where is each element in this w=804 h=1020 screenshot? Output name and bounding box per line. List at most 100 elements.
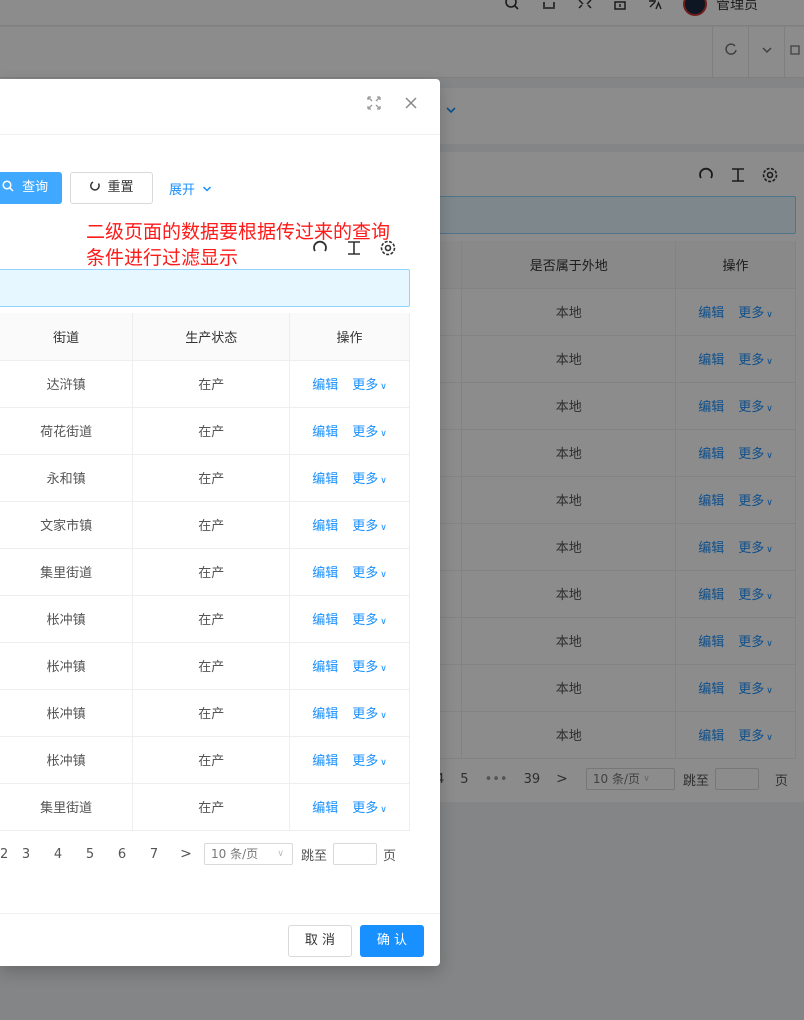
edit-link[interactable]: 编辑: [312, 378, 338, 393]
table-cell-actions: 编辑 更多 ∨: [289, 689, 410, 737]
edit-link[interactable]: 编辑: [312, 754, 338, 769]
page-size-select[interactable]: 10 条/页 ∨: [204, 843, 293, 865]
table-cell-status: 在产: [132, 783, 291, 831]
more-dropdown[interactable]: 更多 ∨: [352, 707, 387, 722]
expand-link-label: 展开: [169, 183, 196, 198]
chevron-down-icon: ∨: [380, 429, 387, 439]
page-item[interactable]: 2: [0, 847, 10, 862]
page-item[interactable]: 5: [74, 847, 106, 862]
modal-header: [0, 79, 440, 135]
table-cell-status: 在产: [132, 642, 291, 690]
table-row: 集里街道 在产 编辑 更多 ∨: [0, 548, 410, 596]
table-row: 枨冲镇 在产 编辑 更多 ∨: [0, 736, 410, 784]
more-dropdown[interactable]: 更多 ∨: [352, 378, 387, 393]
table-cell-actions: 编辑 更多 ∨: [289, 407, 410, 455]
table-row: 文家市镇 在产 编辑 更多 ∨: [0, 501, 410, 549]
more-dropdown[interactable]: 更多 ∨: [352, 472, 387, 487]
table-cell-street: 达浒镇: [0, 360, 134, 408]
expand-link[interactable]: 展开: [169, 179, 212, 198]
table-cell-status: 在产: [132, 595, 291, 643]
table-cell-street: 枨冲镇: [0, 642, 134, 690]
reset-icon: [90, 181, 101, 191]
table-cell-status: 在产: [132, 501, 291, 549]
table-cell-actions: 编辑 更多 ∨: [289, 454, 410, 502]
page-item[interactable]: 7: [138, 847, 170, 862]
table-cell-status: 在产: [132, 689, 291, 737]
reset-button[interactable]: 重置: [70, 172, 153, 204]
chevron-down-icon: ∨: [380, 382, 387, 392]
table-row: 枨冲镇 在产 编辑 更多 ∨: [0, 689, 410, 737]
more-dropdown[interactable]: 更多 ∨: [352, 519, 387, 534]
page-item[interactable]: 3: [10, 847, 42, 862]
more-dropdown[interactable]: 更多 ∨: [352, 613, 387, 628]
query-button[interactable]: 查询: [0, 172, 62, 204]
table-row: 永和镇 在产 编辑 更多 ∨: [0, 454, 410, 502]
table-row: 荷花街道 在产 编辑 更多 ∨: [0, 407, 410, 455]
table-cell-actions: 编辑 更多 ∨: [289, 783, 410, 831]
confirm-button[interactable]: 确 认: [360, 925, 424, 957]
table-cell-street: 枨冲镇: [0, 595, 134, 643]
close-icon[interactable]: [401, 95, 421, 115]
table-cell-status: 在产: [132, 736, 291, 784]
reset-button-label: 重置: [107, 180, 134, 195]
fullscreen-icon[interactable]: [364, 95, 384, 115]
table-cell-street: 荷花街道: [0, 407, 134, 455]
modal-table-toolbar: [310, 239, 408, 262]
cancel-button[interactable]: 取 消: [288, 925, 352, 957]
chevron-down-icon: ∨: [380, 758, 387, 768]
search-icon: [2, 180, 14, 192]
settings-icon[interactable]: [378, 239, 398, 262]
edit-link[interactable]: 编辑: [312, 566, 338, 581]
density-icon[interactable]: [344, 239, 364, 262]
table-header-status: 生产状态: [132, 313, 291, 361]
more-dropdown[interactable]: 更多 ∨: [352, 425, 387, 440]
modal-alert-bar: [0, 269, 410, 307]
table-row: 枨冲镇 在产 编辑 更多 ∨: [0, 642, 410, 690]
table-cell-actions: 编辑 更多 ∨: [289, 360, 410, 408]
chevron-down-icon: ∨: [380, 617, 387, 627]
table-row: 集里街道 在产 编辑 更多 ∨: [0, 783, 410, 831]
page-item[interactable]: 4: [42, 847, 74, 862]
page-item[interactable]: 6: [106, 847, 138, 862]
more-dropdown[interactable]: 更多 ∨: [352, 754, 387, 769]
chevron-down-icon: [203, 186, 212, 192]
more-dropdown[interactable]: 更多 ∨: [352, 660, 387, 675]
table-cell-street: 集里街道: [0, 548, 134, 596]
next-page-icon[interactable]: >: [170, 846, 202, 862]
table-cell-actions: 编辑 更多 ∨: [289, 501, 410, 549]
page-suffix: 页: [383, 848, 397, 864]
table-cell-street: 枨冲镇: [0, 736, 134, 784]
modal-pagination: 2 3 4 5 6 7 > 10 条/页 ∨ 跳至 页: [0, 841, 396, 867]
secondary-page-modal: 查询 重置 展开 二级页面的数据要根据传过来的查询条件进行过滤显示 街道 生产状…: [0, 79, 440, 966]
more-dropdown[interactable]: 更多 ∨: [352, 566, 387, 581]
edit-link[interactable]: 编辑: [312, 425, 338, 440]
table-cell-street: 枨冲镇: [0, 689, 134, 737]
table-cell-actions: 编辑 更多 ∨: [289, 736, 410, 784]
edit-link[interactable]: 编辑: [312, 519, 338, 534]
table-row: 达浒镇 在产 编辑 更多 ∨: [0, 360, 410, 408]
table-cell-status: 在产: [132, 360, 291, 408]
jump-page-input[interactable]: [333, 843, 378, 865]
chevron-down-icon: ∨: [380, 523, 387, 533]
chevron-down-icon: ∨: [380, 664, 387, 674]
table-header-actions: 操作: [289, 313, 410, 361]
modal-data-table: 街道 生产状态 操作 达浒镇 在产 编辑 更多 ∨ 荷花街道 在产 编辑 更多 ∨ 永和镇 在产 编辑更…: [0, 313, 410, 831]
table-cell-status: 在产: [132, 454, 291, 502]
edit-link[interactable]: 编辑: [312, 707, 338, 722]
reload-icon[interactable]: [310, 239, 330, 262]
jump-label: 跳至: [301, 848, 328, 864]
edit-link[interactable]: 编辑: [312, 801, 338, 816]
table-cell-street: 永和镇: [0, 454, 134, 502]
table-cell-actions: 编辑 更多 ∨: [289, 595, 410, 643]
table-cell-street: 文家市镇: [0, 501, 134, 549]
edit-link[interactable]: 编辑: [312, 660, 338, 675]
modal-footer: 取 消 确 认: [0, 913, 440, 966]
chevron-down-icon: ∨: [380, 805, 387, 815]
chevron-down-icon: ∨: [380, 476, 387, 486]
table-cell-status: 在产: [132, 407, 291, 455]
table-cell-actions: 编辑 更多 ∨: [289, 548, 410, 596]
edit-link[interactable]: 编辑: [312, 613, 338, 628]
table-header-street: 街道: [0, 313, 134, 361]
more-dropdown[interactable]: 更多 ∨: [352, 801, 387, 816]
edit-link[interactable]: 编辑: [312, 472, 338, 487]
